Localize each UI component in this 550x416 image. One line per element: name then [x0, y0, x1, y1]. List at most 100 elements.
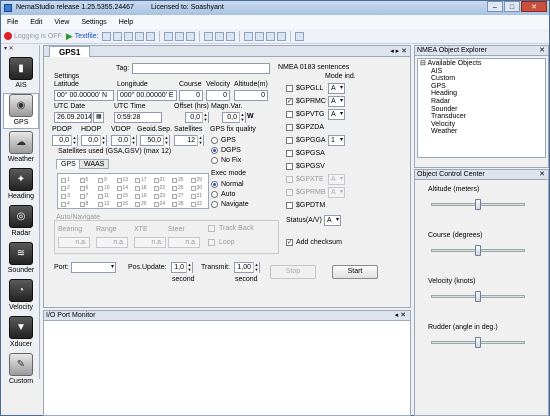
- slider-thumb[interactable]: [475, 245, 481, 256]
- sidebar-pin-controls[interactable]: ▾ ✕: [4, 45, 14, 55]
- cut-icon[interactable]: [163, 31, 173, 41]
- sidebar-item-sounder[interactable]: ≋ Sounder: [3, 241, 39, 277]
- nmea-mode-select[interactable]: A: [328, 174, 345, 185]
- slider-thumb[interactable]: [475, 199, 481, 210]
- utc-time-input[interactable]: 0:59:28: [114, 112, 162, 123]
- print-preview-icon[interactable]: [134, 31, 144, 41]
- nmea-checkbox-gprmc[interactable]: ✓: [286, 98, 293, 105]
- utc-date-input[interactable]: 26.09.2014: [54, 112, 92, 123]
- satellite-checkbox[interactable]: 13: [116, 177, 128, 183]
- satellite-checkbox[interactable]: 26: [172, 185, 184, 191]
- tree-item-transducer[interactable]: Transducer: [420, 113, 543, 121]
- tree-item-custom[interactable]: Custom: [420, 75, 543, 83]
- calendar-icon[interactable]: ▦: [93, 112, 104, 123]
- skip-forward-icon[interactable]: [265, 31, 275, 41]
- menu-edit[interactable]: Edit: [24, 19, 48, 26]
- satellite-checkbox[interactable]: 20: [135, 201, 147, 207]
- sidebar-item-gps[interactable]: ◉ GPS: [3, 93, 39, 129]
- satellite-checkbox[interactable]: 12: [98, 201, 110, 207]
- vdop-spinner[interactable]: ▲ ▼: [130, 135, 136, 146]
- tree-item-velocity[interactable]: Velocity: [420, 121, 543, 129]
- occ-slider[interactable]: [431, 197, 525, 211]
- satellite-checkbox[interactable]: 14: [116, 185, 128, 191]
- logging-toggle-button[interactable]: Logging is OFF: [3, 31, 63, 42]
- close-button[interactable]: ✕: [521, 1, 547, 12]
- satellite-checkbox[interactable]: 10: [98, 185, 110, 191]
- nmea-mode-select[interactable]: A: [328, 96, 345, 107]
- nmea-mode-select[interactable]: A: [328, 109, 345, 120]
- help-icon[interactable]: [294, 31, 304, 41]
- satellite-checkbox[interactable]: 30: [190, 185, 202, 191]
- tree-item-radar[interactable]: Radar: [420, 98, 543, 106]
- tree-root[interactable]: ⊟ Available Objects: [420, 60, 543, 68]
- nmea-mode-select[interactable]: A: [328, 83, 345, 94]
- nmea-checkbox-gpzda[interactable]: [286, 124, 293, 131]
- copy-icon[interactable]: [174, 31, 184, 41]
- satellite-checkbox[interactable]: 4: [61, 201, 70, 207]
- exec-radio-navigate[interactable]: [211, 201, 218, 208]
- tag-input[interactable]: [132, 63, 270, 74]
- satellite-checkbox[interactable]: 3: [61, 193, 70, 199]
- settings-icon[interactable]: [214, 31, 224, 41]
- nmea-mode-select[interactable]: A: [328, 187, 345, 198]
- tree-item-gps[interactable]: GPS: [420, 83, 543, 91]
- satellite-checkbox[interactable]: 2: [61, 185, 70, 191]
- forward-icon[interactable]: [254, 31, 264, 41]
- magn-var-spinner[interactable]: ▲ ▼: [239, 112, 245, 123]
- open-folder-icon[interactable]: [112, 31, 122, 41]
- satellite-checkbox[interactable]: 29: [190, 177, 202, 183]
- sidebar-item-weather[interactable]: ☁ Weather: [3, 130, 39, 166]
- delete-icon[interactable]: [225, 31, 235, 41]
- sidebar-item-velocity[interactable]: ◔ Velocity: [3, 278, 39, 314]
- satellite-checkbox[interactable]: 32: [190, 201, 202, 207]
- satellites-spinner[interactable]: ▲ ▼: [197, 135, 203, 146]
- exec-radio-normal[interactable]: [211, 181, 218, 188]
- tree-item-weather[interactable]: Weather: [420, 128, 543, 136]
- nmea-checkbox-gpdtm[interactable]: [286, 202, 293, 209]
- nmea-mode-select[interactable]: 1: [328, 135, 345, 146]
- nmea-checkbox-gpgsa[interactable]: [286, 150, 293, 157]
- menu-settings[interactable]: Settings: [75, 19, 112, 26]
- offset-spinner[interactable]: ▲ ▼: [202, 112, 208, 123]
- satellite-checkbox[interactable]: 19: [135, 193, 147, 199]
- tree-item-ais[interactable]: AIS: [420, 68, 543, 76]
- fix-radio-gps[interactable]: [211, 137, 218, 144]
- minimize-button[interactable]: –: [487, 1, 503, 12]
- satellite-checkbox[interactable]: 21: [153, 177, 165, 183]
- occ-slider[interactable]: [431, 289, 525, 303]
- satellite-checkbox[interactable]: 11: [98, 193, 109, 199]
- tab-sat-waas[interactable]: WAAS: [79, 159, 110, 169]
- menu-help[interactable]: Help: [113, 19, 139, 26]
- latitude-input[interactable]: 00° 00.00000' N: [54, 90, 114, 101]
- satellite-checkbox[interactable]: 24: [153, 201, 165, 207]
- satellite-checkbox[interactable]: 8: [79, 201, 88, 207]
- magn-var-direction[interactable]: W: [247, 113, 254, 120]
- satellite-checkbox[interactable]: 7: [79, 193, 88, 199]
- altitude-input[interactable]: 0: [234, 90, 268, 101]
- satellite-checkbox[interactable]: 25: [172, 177, 184, 183]
- tab-gps1[interactable]: GPS1: [49, 46, 91, 57]
- satellite-checkbox[interactable]: 6: [79, 185, 88, 191]
- satellite-checkbox[interactable]: 18: [135, 185, 147, 191]
- satellite-checkbox[interactable]: 22: [153, 185, 165, 191]
- nmea-checkbox-gpgll[interactable]: [286, 85, 293, 92]
- loop-checkbox[interactable]: [208, 239, 215, 246]
- sidebar-item-custom[interactable]: ✎ Custom: [3, 352, 39, 388]
- menu-file[interactable]: File: [1, 19, 24, 26]
- tab-controls[interactable]: ◂ ▸ ✕: [390, 46, 407, 57]
- satellite-checkbox[interactable]: 28: [172, 201, 184, 207]
- paste-icon[interactable]: [185, 31, 195, 41]
- sidebar-item-heading[interactable]: ✦ Heading: [3, 167, 39, 203]
- new-file-icon[interactable]: [101, 31, 111, 41]
- tab-sat-gps[interactable]: GPS: [56, 159, 81, 169]
- maximize-button[interactable]: □: [504, 1, 520, 12]
- tree-item-sounder[interactable]: Sounder: [420, 106, 543, 114]
- slider-thumb[interactable]: [475, 337, 481, 348]
- tree-item-heading[interactable]: Heading: [420, 90, 543, 98]
- velocity-input[interactable]: 0: [206, 90, 230, 101]
- slider-thumb[interactable]: [475, 291, 481, 302]
- satellite-checkbox[interactable]: 16: [116, 201, 128, 207]
- nmea-checkbox-gpgga[interactable]: [286, 137, 293, 144]
- satellite-checkbox[interactable]: 5: [79, 177, 88, 183]
- arrow-down-icon[interactable]: [276, 31, 286, 41]
